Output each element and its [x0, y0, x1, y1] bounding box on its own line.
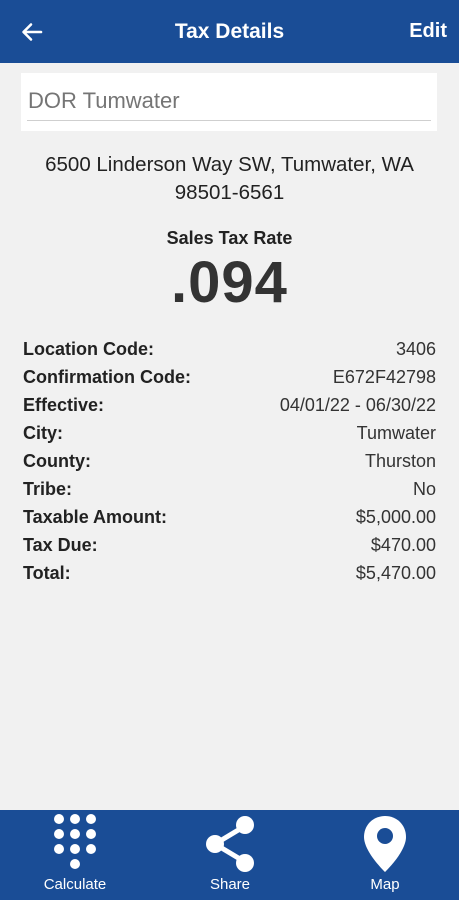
detail-label: Tax Due: [23, 535, 98, 555]
edit-button[interactable]: Edit [409, 0, 447, 63]
map-pin-icon [362, 812, 408, 876]
back-button[interactable] [14, 14, 50, 50]
location-name-input[interactable] [27, 85, 431, 121]
nav-map-label: Map [370, 876, 400, 893]
detail-row-confirmation-code: Confirmation Code: E672F42798 [23, 363, 436, 391]
nav-share-button[interactable]: Share [175, 810, 285, 900]
detail-value: E672F42798 [332, 367, 436, 387]
detail-row-total: Total: $5,470.00 [23, 559, 436, 587]
detail-value: No [412, 479, 436, 499]
detail-value: Thurston [364, 451, 436, 471]
page-title: Tax Details [174, 20, 285, 43]
detail-value: 04/01/22 - 06/30/22 [279, 395, 436, 415]
detail-row-county: County: Thurston [23, 447, 436, 475]
detail-label: County: [23, 451, 91, 471]
nav-calculate-button[interactable]: Calculate [20, 810, 130, 900]
detail-row-taxable-amount: Taxable Amount: $5,000.00 [23, 503, 436, 531]
nav-share-label: Share [209, 876, 251, 893]
bottom-navigation: Calculate Share Map [0, 810, 459, 900]
detail-value: $5,470.00 [355, 563, 436, 583]
detail-value: $5,000.00 [355, 507, 436, 527]
detail-value: $470.00 [370, 535, 436, 555]
detail-label: Effective: [23, 395, 105, 415]
app-bar: Tax Details Edit [0, 0, 459, 63]
detail-label: Location Code: [23, 339, 154, 359]
detail-row-city: City: Tumwater [23, 419, 436, 447]
detail-value: 3406 [395, 339, 436, 359]
nav-calculate-label: Calculate [43, 876, 107, 893]
share-icon [203, 812, 257, 876]
detail-label: Taxable Amount: [23, 507, 168, 527]
detail-label: Total: [23, 563, 71, 583]
tax-details-content: 6500 Linderson Way SW, Tumwater, WA 9850… [0, 63, 459, 810]
detail-row-tribe: Tribe: No [23, 475, 436, 503]
address: 6500 Linderson Way SW, Tumwater, WA 9850… [0, 151, 459, 207]
detail-row-location-code: Location Code: 3406 [23, 335, 436, 363]
location-name-field-container [21, 73, 437, 131]
keypad-icon [50, 812, 100, 876]
back-arrow-icon [22, 23, 43, 41]
nav-map-button[interactable]: Map [330, 810, 440, 900]
detail-row-effective: Effective: 04/01/22 - 06/30/22 [23, 391, 436, 419]
sales-tax-rate-value: .094 [171, 250, 288, 315]
address-line-2: 98501-6561 [174, 181, 285, 204]
detail-label: Confirmation Code: [23, 367, 191, 387]
detail-value: Tumwater [356, 423, 436, 443]
address-line-1: 6500 Linderson Way SW, Tumwater, WA [45, 153, 414, 176]
sales-tax-rate-label: Sales Tax Rate [166, 228, 293, 248]
detail-label: City: [23, 423, 63, 443]
detail-label: Tribe: [23, 479, 73, 499]
detail-row-tax-due: Tax Due: $470.00 [23, 531, 436, 559]
tax-details-list: Location Code: 3406 Confirmation Code: E… [23, 335, 436, 587]
